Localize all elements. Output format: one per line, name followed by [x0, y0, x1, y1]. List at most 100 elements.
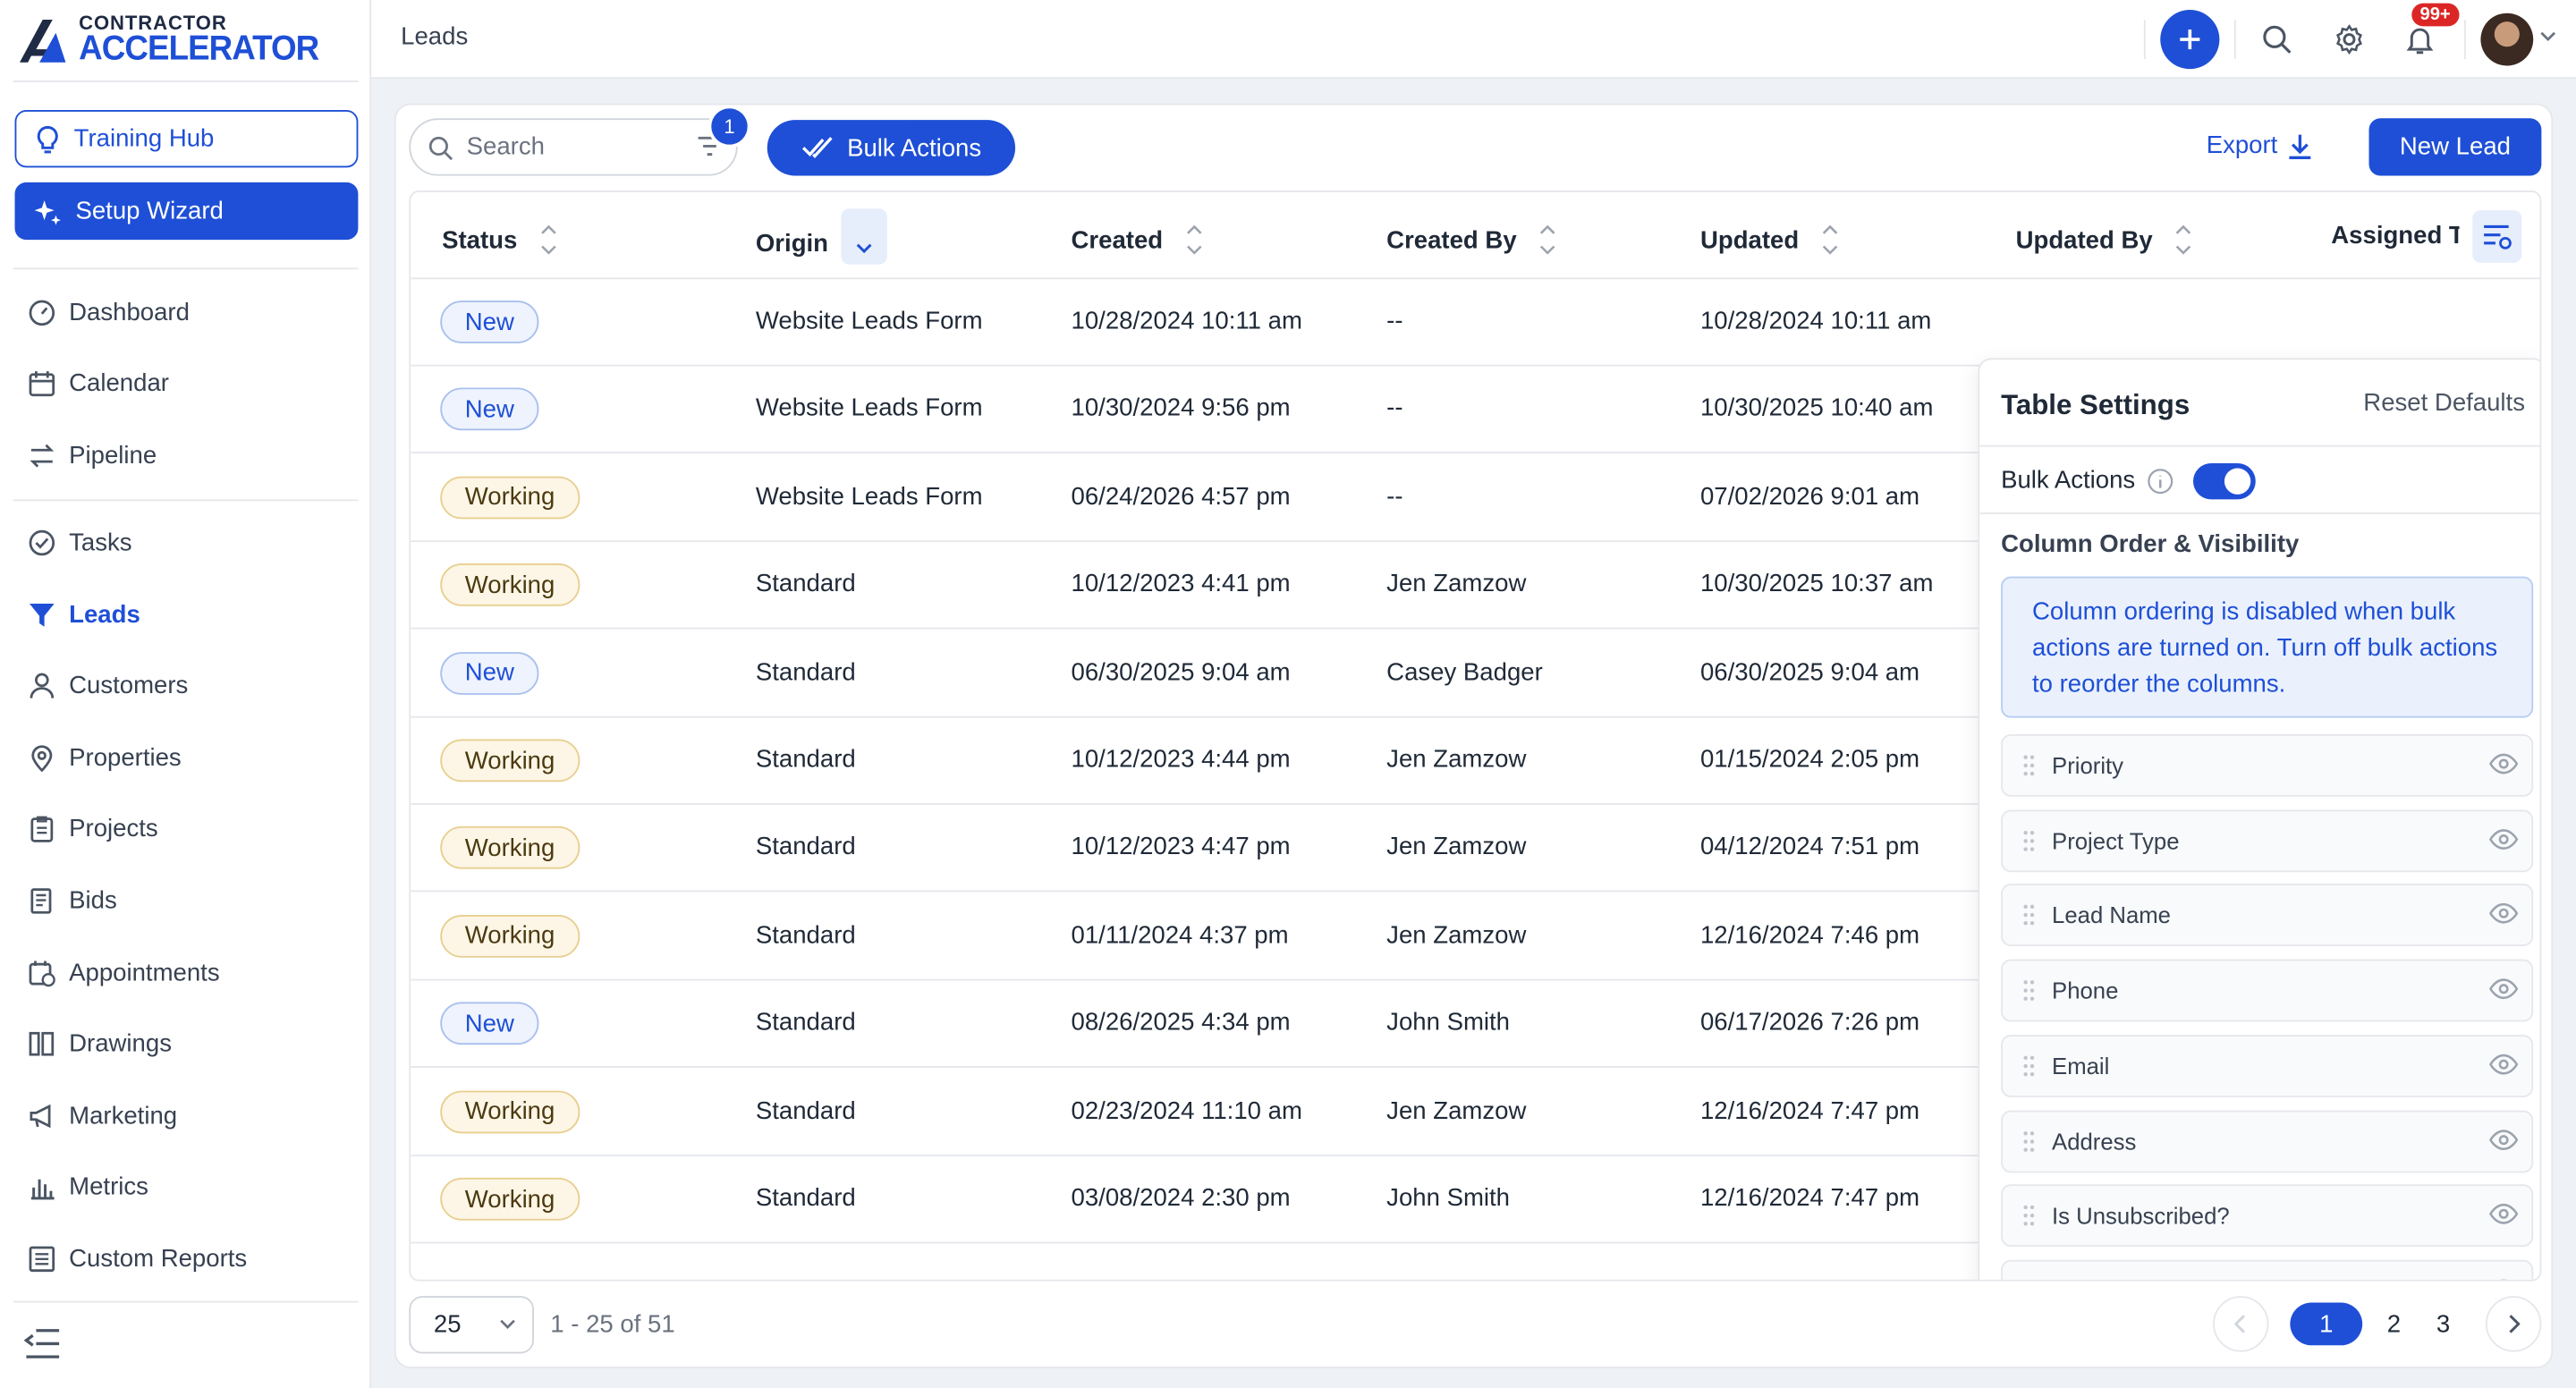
pagination-range: 1 - 25 of 51	[550, 1310, 675, 1339]
origin-cell: Website Leads Form	[755, 394, 983, 423]
status-badge: Working	[440, 739, 580, 783]
column-ordering-info-note: Column ordering is disabled when bulk ac…	[2001, 576, 2534, 718]
export-button[interactable]: Export	[2207, 131, 2314, 159]
search-input[interactable]: Search	[409, 118, 738, 176]
report-icon	[29, 1245, 55, 1272]
sidebar-item-customers[interactable]: Customers	[28, 667, 188, 703]
created-by-cell: John Smith	[1386, 1009, 1511, 1037]
settings-button[interactable]	[2331, 21, 2367, 57]
eye-icon[interactable]	[2488, 902, 2519, 926]
sidebar-item-metrics[interactable]: Metrics	[28, 1168, 148, 1204]
table-row[interactable]: New Website Leads Form 10/28/2024 10:11 am…	[411, 279, 2540, 367]
drag-handle-icon[interactable]	[2022, 904, 2036, 927]
eye-icon[interactable]	[2488, 1128, 2519, 1151]
sort-icon[interactable]	[540, 222, 556, 258]
sidebar-item-calendar[interactable]: Calendar	[28, 365, 169, 401]
created-cell: 01/11/2024 4:37 pm	[1071, 921, 1289, 950]
column-visibility-item[interactable]: Is Unsubscribed?	[2001, 1184, 2534, 1248]
sidebar-item-appointments[interactable]: Appointments	[28, 954, 220, 990]
drag-handle-icon[interactable]	[2022, 754, 2036, 777]
origin-cell: Standard	[755, 657, 856, 686]
brand-logo[interactable]: CONTRACTOR ACCELERATOR	[16, 13, 319, 66]
eye-icon[interactable]	[2488, 1053, 2519, 1076]
updated-cell: 01/15/2024 2:05 pm	[1699, 745, 1920, 774]
created-by-cell: --	[1386, 394, 1403, 423]
previous-page-button[interactable]	[2213, 1296, 2269, 1352]
column-visibility-item[interactable]: Phone	[2001, 959, 2534, 1022]
training-hub-label: Training Hub	[73, 124, 215, 153]
setup-wizard-button[interactable]: Setup Wizard	[14, 182, 359, 241]
bulk-actions-toggle[interactable]	[2192, 462, 2256, 500]
column-visibility-item[interactable]: Address	[2001, 1109, 2534, 1172]
column-header-updated[interactable]: Updated	[1700, 222, 1838, 258]
sidebar-item-label: Marketing	[69, 1101, 178, 1130]
column-visibility-item[interactable]: Project Type	[2001, 808, 2534, 872]
page-button-3[interactable]: 3	[2436, 1311, 2450, 1339]
reset-defaults-button[interactable]: Reset Defaults	[2363, 389, 2525, 417]
column-header-origin[interactable]: Origin	[756, 208, 888, 265]
sort-icon[interactable]	[1539, 222, 1555, 258]
sidebar-item-custom-reports[interactable]: Custom Reports	[28, 1240, 247, 1276]
info-icon[interactable]	[2147, 468, 2173, 494]
avatar[interactable]	[2480, 13, 2534, 66]
bulk-actions-button[interactable]: Bulk Actions	[767, 120, 1016, 176]
eye-icon[interactable]	[2488, 752, 2519, 775]
sidebar-item-tasks[interactable]: Tasks	[28, 524, 132, 560]
created-by-cell: Jen Zamzow	[1386, 921, 1527, 950]
sidebar-item-label: Pipeline	[69, 441, 157, 470]
table-settings-button[interactable]	[2472, 210, 2522, 263]
sidebar-item-marketing[interactable]: Marketing	[28, 1097, 177, 1133]
column-visibility-label: Address	[2052, 1127, 2137, 1155]
drag-handle-icon[interactable]	[2022, 979, 2036, 1003]
collapse-sidebar-icon[interactable]	[23, 1327, 63, 1360]
column-visibility-item[interactable]: Sent Notifications?	[2001, 1259, 2534, 1282]
page-size-value: 25	[433, 1310, 462, 1339]
page-size-select[interactable]: 25	[409, 1296, 534, 1354]
table-header: Status Origin Created Created By Updated…	[411, 192, 2540, 280]
topbar-separator	[2233, 20, 2236, 60]
eye-icon[interactable]	[2489, 1278, 2519, 1282]
sort-icon[interactable]	[1186, 222, 1202, 258]
column-visibility-item[interactable]: Priority	[2001, 734, 2534, 797]
column-header-created[interactable]: Created	[1072, 222, 1203, 258]
drag-handle-icon[interactable]	[2022, 1054, 2036, 1078]
drag-handle-icon[interactable]	[2022, 1130, 2036, 1153]
sidebar-item-dashboard[interactable]: Dashboard	[28, 294, 190, 330]
sort-icon[interactable]	[2175, 222, 2191, 258]
eye-icon[interactable]	[2488, 827, 2519, 851]
origin-cell: Website Leads Form	[755, 307, 983, 335]
new-lead-button[interactable]: New Lead	[2368, 118, 2542, 176]
next-page-button[interactable]	[2485, 1296, 2542, 1352]
double-check-icon	[801, 137, 832, 158]
page-button-1[interactable]: 1	[2290, 1302, 2363, 1346]
eye-icon[interactable]	[2488, 978, 2519, 1001]
column-header-created-by[interactable]: Created By	[1386, 222, 1556, 258]
sidebar-item-pipeline[interactable]: Pipeline	[28, 437, 157, 473]
page-button-2[interactable]: 2	[2387, 1311, 2401, 1339]
sort-icon[interactable]	[1822, 222, 1838, 258]
updated-cell: 12/16/2024 7:46 pm	[1699, 921, 1920, 950]
sidebar-item-bids[interactable]: Bids	[28, 882, 117, 918]
sidebar-item-projects[interactable]: Projects	[28, 809, 158, 845]
notifications-button[interactable]	[2402, 21, 2437, 57]
column-visibility-item[interactable]: Email	[2001, 1034, 2534, 1097]
chevron-down-icon[interactable]	[2540, 30, 2556, 43]
eye-icon[interactable]	[2488, 1203, 2519, 1226]
drag-handle-icon[interactable]	[2022, 1280, 2036, 1282]
column-header-updated-by[interactable]: Updated By	[2016, 222, 2192, 258]
sort-descending-button[interactable]	[841, 208, 888, 265]
column-visibility-item[interactable]: Lead Name	[2001, 884, 2534, 947]
drag-handle-icon[interactable]	[2022, 829, 2036, 852]
training-hub-button[interactable]: Training Hub	[14, 110, 359, 168]
drag-handle-icon[interactable]	[2022, 1205, 2036, 1228]
search-button[interactable]	[2258, 21, 2294, 57]
column-header-assigned-to[interactable]: Assigned To	[2331, 222, 2459, 250]
quick-add-button[interactable]	[2160, 10, 2220, 70]
sidebar-item-properties[interactable]: Properties	[28, 740, 182, 775]
column-header-label: Assigned To	[2331, 221, 2459, 250]
column-header-status[interactable]: Status	[442, 222, 556, 258]
sidebar-divider	[13, 1300, 359, 1303]
sidebar-item-leads[interactable]: Leads	[28, 597, 140, 632]
sidebar-item-drawings[interactable]: Drawings	[28, 1025, 172, 1061]
table-settings-title: Table Settings	[2001, 389, 2190, 421]
